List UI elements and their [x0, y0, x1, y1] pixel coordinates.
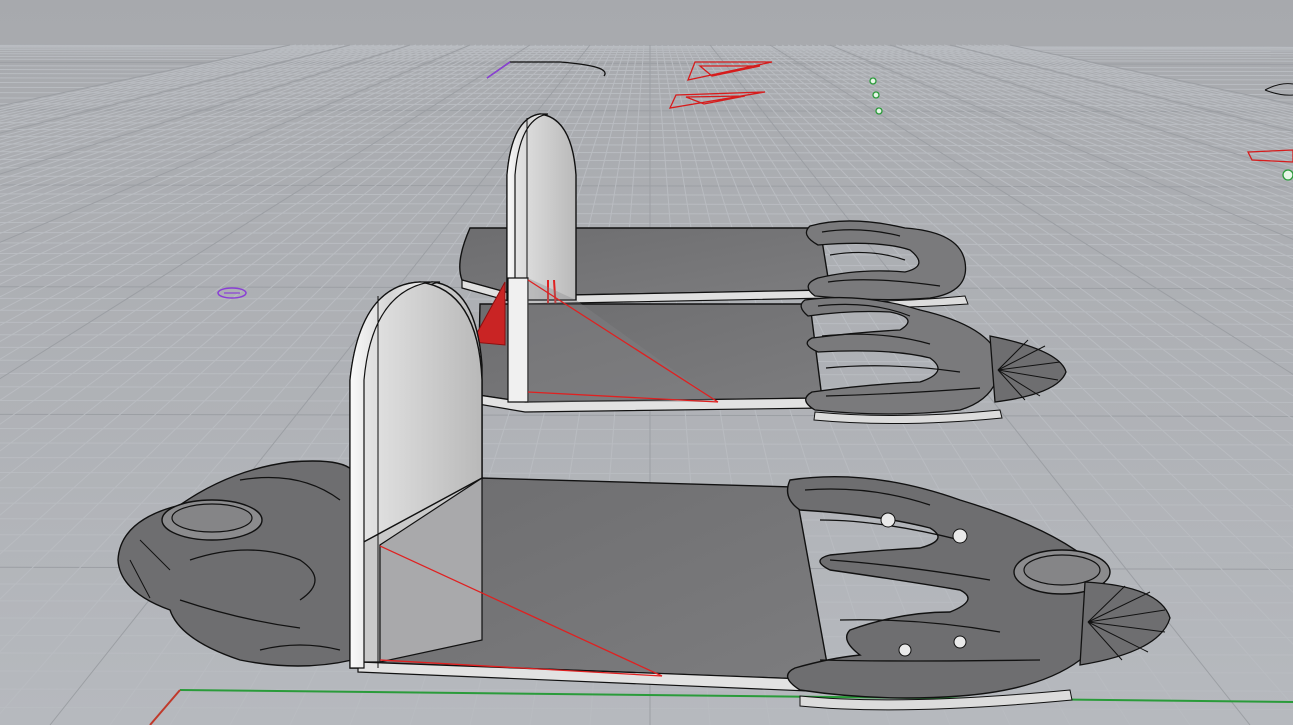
perspective-viewport[interactable] [0, 0, 1293, 725]
viewport-canvas[interactable] [0, 0, 1293, 725]
